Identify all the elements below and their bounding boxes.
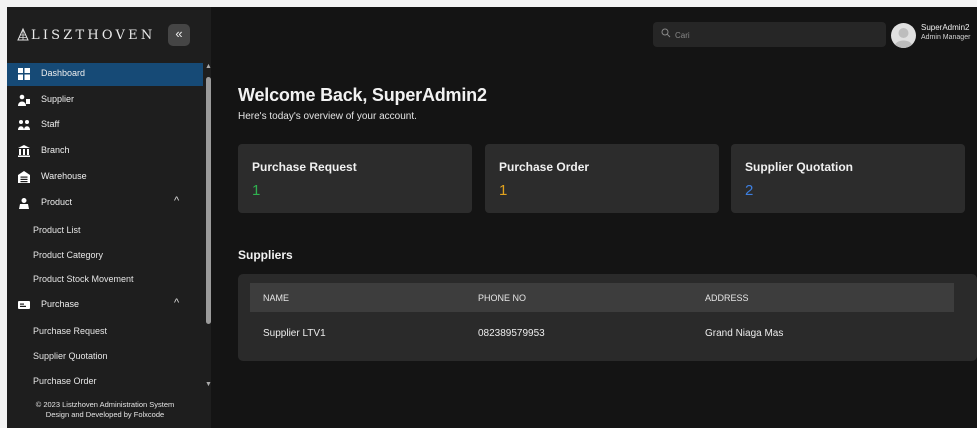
purchase-order-card[interactable]: Purchase Order 1 xyxy=(485,144,719,213)
sidebar-nav: Dashboard Supplier Staff Branch Warehous… xyxy=(7,62,203,392)
copyright-text: © 2023 Listzhoven Administration System xyxy=(35,400,175,409)
sidebar-subitem-label: Supplier Quotation xyxy=(33,351,108,361)
collapse-sidebar-button[interactable]: « xyxy=(168,24,190,46)
sidebar-subitem-label: Product Stock Movement xyxy=(33,274,134,284)
sidebar-item-supplier[interactable]: Supplier xyxy=(7,89,203,112)
suppliers-table: NAME PHONE NO ADDRESS Supplier LTV1 0823… xyxy=(238,274,977,361)
supplier-icon xyxy=(18,94,30,106)
card-value: 1 xyxy=(499,182,508,199)
suppliers-section-title: Suppliers xyxy=(238,248,293,262)
branch-icon xyxy=(18,145,30,157)
sidebar-subitem-purchase-order[interactable]: Purchase Order xyxy=(7,370,203,392)
scroll-up-arrow-icon[interactable]: ▲ xyxy=(205,63,212,70)
double-chevron-left-icon: « xyxy=(175,26,183,41)
search-box[interactable] xyxy=(653,22,886,47)
table-header-row: NAME PHONE NO ADDRESS xyxy=(250,283,954,312)
sidebar-item-branch[interactable]: Branch xyxy=(7,140,203,163)
sidebar-subitem-label: Purchase Request xyxy=(33,326,108,336)
sidebar: LISZTHOVEN « Dashboard Supplier Staff Br… xyxy=(7,7,212,428)
purchase-request-card[interactable]: Purchase Request 1 xyxy=(238,144,472,213)
sidebar-subitem-label: Product List xyxy=(33,225,81,235)
app-window: LISZTHOVEN « Dashboard Supplier Staff Br… xyxy=(7,7,977,428)
sidebar-item-staff[interactable]: Staff xyxy=(7,114,203,137)
card-title: Purchase Request xyxy=(252,160,357,174)
avatar[interactable] xyxy=(891,23,916,48)
column-header-phone[interactable]: PHONE NO xyxy=(478,293,526,303)
sidebar-item-purchase[interactable]: Purchase ^ xyxy=(7,294,203,317)
supplier-quotation-card[interactable]: Supplier Quotation 2 xyxy=(731,144,965,213)
sidebar-item-warehouse[interactable]: Warehouse xyxy=(7,166,203,189)
page-title: Welcome Back, SuperAdmin2 xyxy=(238,85,487,105)
brand: LISZTHOVEN « xyxy=(7,7,211,59)
sidebar-subitem-supplier-quotation[interactable]: Supplier Quotation xyxy=(7,345,203,369)
sidebar-subitem-product-stock-movement[interactable]: Product Stock Movement xyxy=(7,268,203,292)
sidebar-item-product[interactable]: Product ^ xyxy=(7,192,203,215)
cell-address: Grand Niaga Mas xyxy=(705,328,784,339)
warehouse-icon xyxy=(18,171,30,183)
column-header-address[interactable]: ADDRESS xyxy=(705,293,749,303)
sidebar-subitem-purchase-request[interactable]: Purchase Request xyxy=(7,320,203,344)
sidebar-item-label: Staff xyxy=(41,119,60,129)
product-icon xyxy=(19,198,29,209)
cell-phone: 082389579953 xyxy=(478,328,545,339)
card-title: Purchase Order xyxy=(499,160,590,174)
sidebar-item-label: Warehouse xyxy=(41,171,87,181)
sidebar-item-label: Purchase xyxy=(41,299,80,309)
search-input[interactable] xyxy=(673,26,877,44)
sidebar-item-dashboard[interactable]: Dashboard xyxy=(7,63,203,86)
user-name[interactable]: SuperAdmin2 xyxy=(921,23,969,32)
search-icon xyxy=(661,28,671,38)
chevron-up-icon: ^ xyxy=(174,297,180,309)
logo-icon xyxy=(17,27,29,41)
cell-supplier-name: Supplier LTV1 xyxy=(263,328,326,339)
sidebar-subitem-label: Purchase Order xyxy=(33,376,97,386)
purchase-icon xyxy=(18,301,30,309)
sidebar-scrollbar-thumb[interactable] xyxy=(206,77,211,324)
user-avatar-icon xyxy=(894,28,913,48)
dashboard-icon xyxy=(18,68,30,80)
page-subtitle: Here's today's overview of your account. xyxy=(238,111,417,122)
column-header-name[interactable]: NAME xyxy=(263,293,289,303)
sidebar-item-label: Product xyxy=(41,197,73,207)
sidebar-item-label: Branch xyxy=(41,145,70,155)
staff-icon xyxy=(18,120,30,130)
card-title: Supplier Quotation xyxy=(745,160,853,174)
sidebar-subitem-product-list[interactable]: Product List xyxy=(7,219,203,243)
scroll-down-arrow-icon[interactable]: ▼ xyxy=(205,381,212,388)
user-role: Admin Manager xyxy=(921,34,971,41)
chevron-up-icon: ^ xyxy=(174,195,180,207)
credits-text: Design and Developed by Folxcode xyxy=(45,410,165,419)
sidebar-item-label: Supplier xyxy=(41,94,75,104)
sidebar-footer: © 2023 Listzhoven Administration System … xyxy=(7,400,203,420)
sidebar-item-label: Dashboard xyxy=(41,68,86,78)
sidebar-subitem-product-category[interactable]: Product Category xyxy=(7,244,203,268)
sidebar-subitem-label: Product Category xyxy=(33,250,104,260)
brand-name: LISZTHOVEN xyxy=(31,28,156,43)
card-value: 1 xyxy=(252,182,261,199)
card-value: 2 xyxy=(745,182,754,199)
